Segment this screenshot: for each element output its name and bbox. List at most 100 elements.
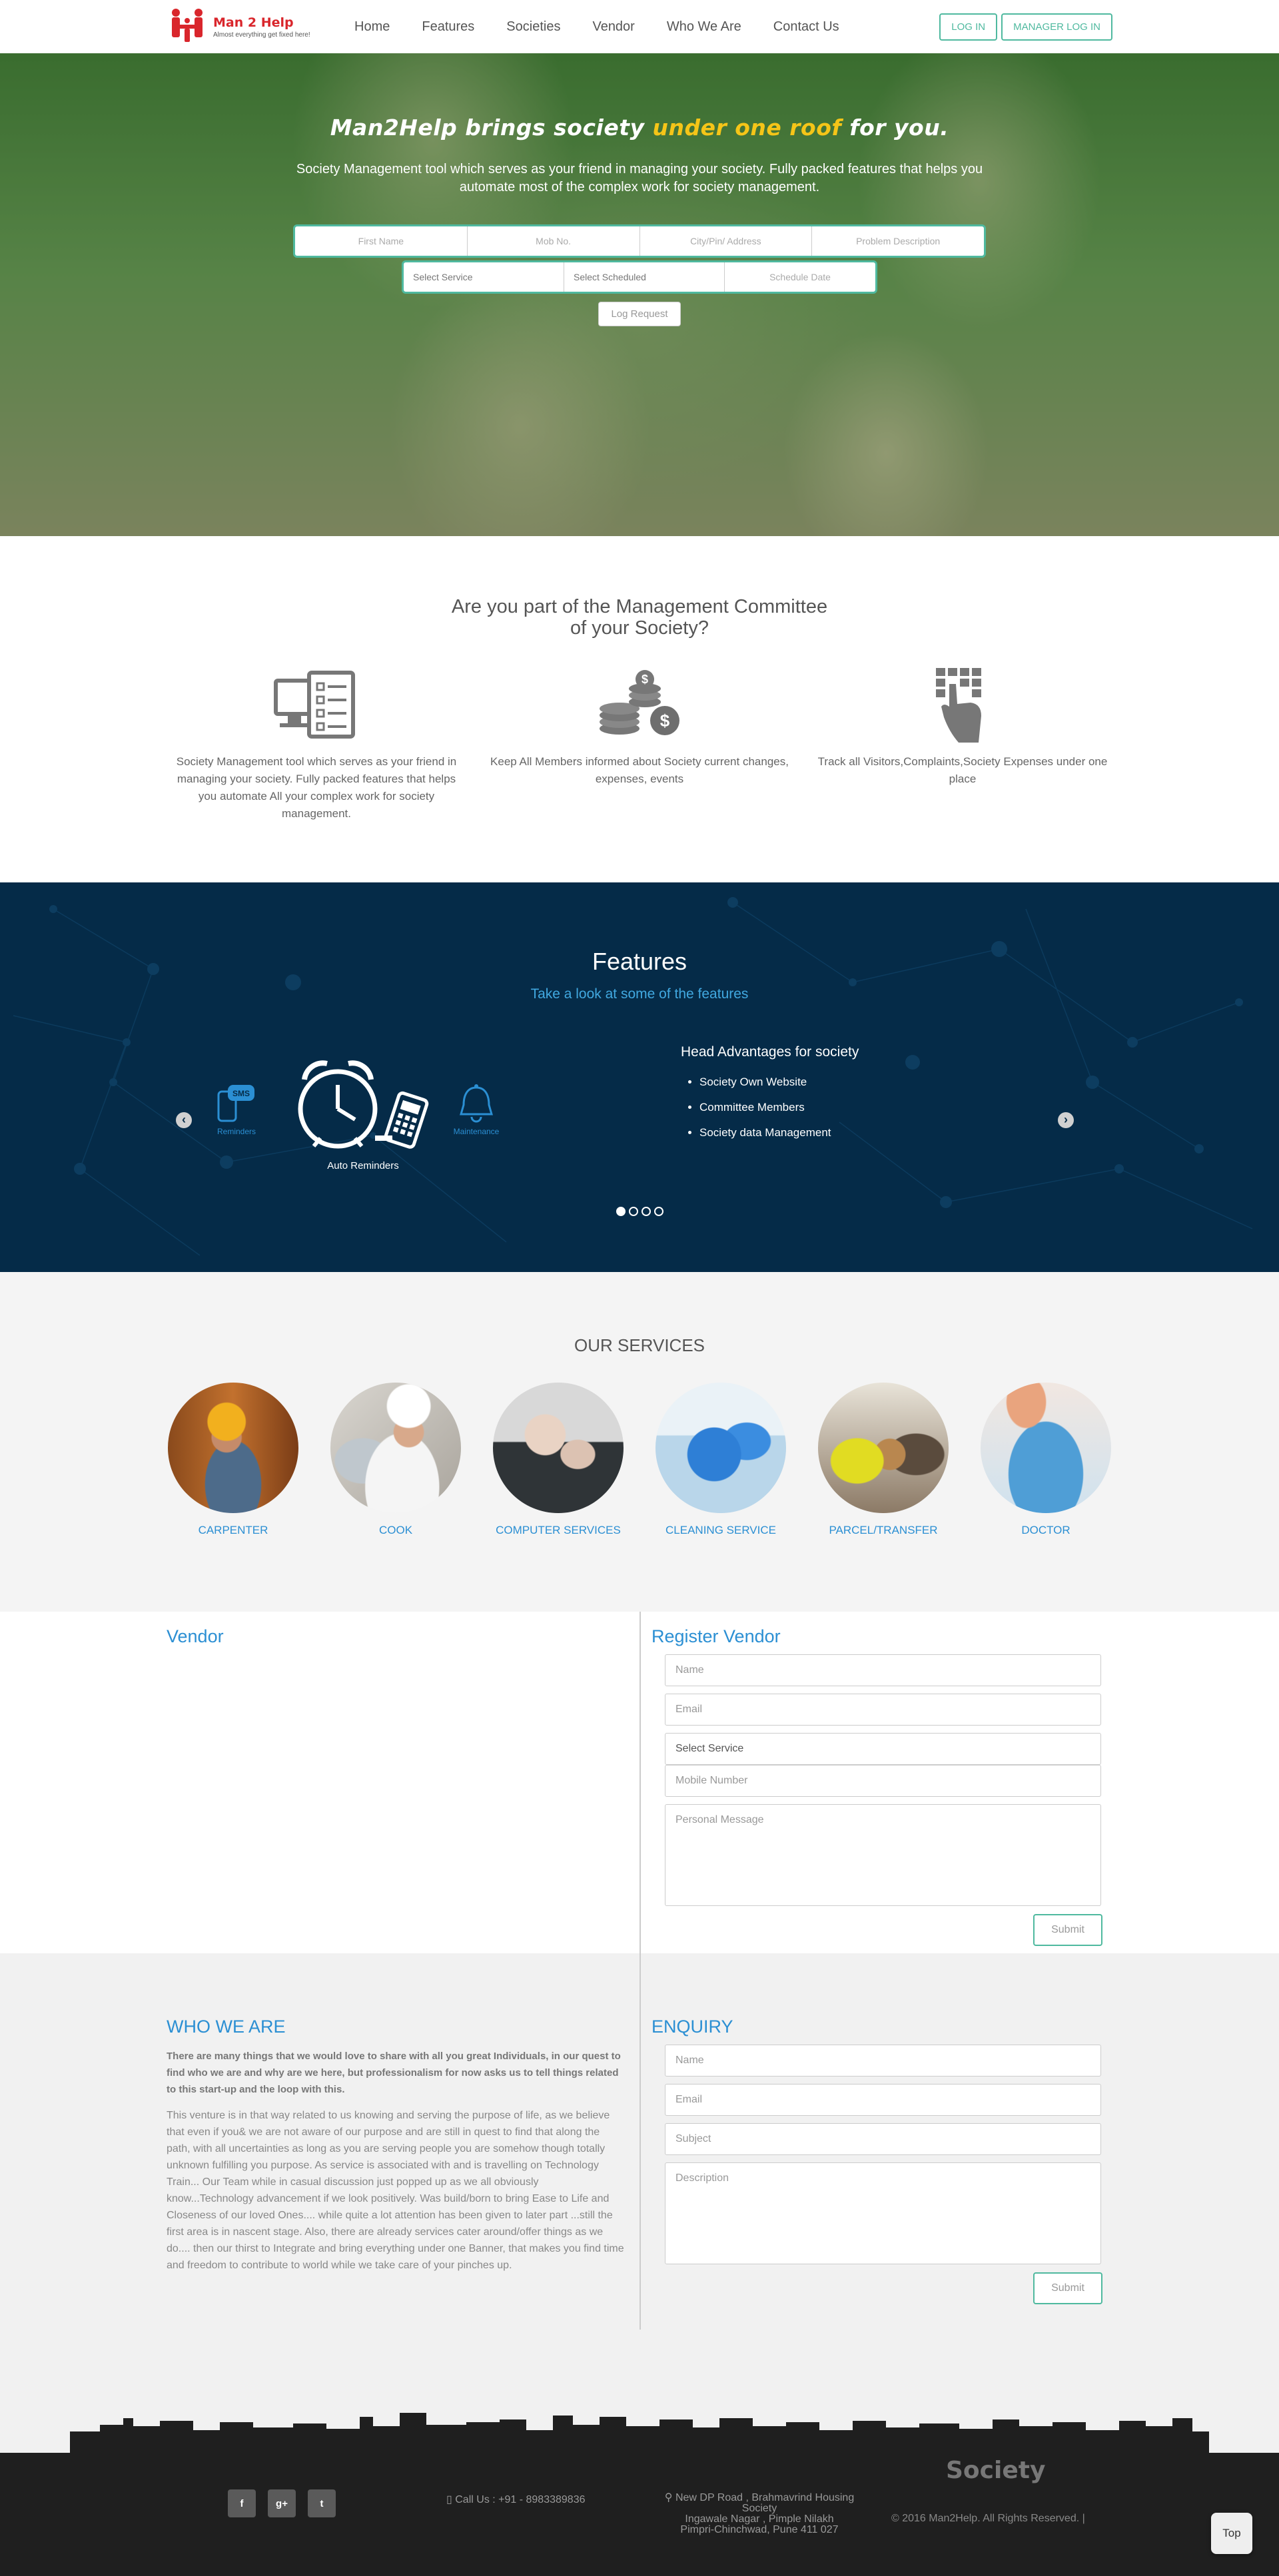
vendor-name-input[interactable]: Name — [665, 1654, 1101, 1686]
footer: f g+ t ▯ Call Us : +91 - 8983389836 ⚲ Ne… — [0, 2453, 1279, 2576]
vendor-service-select[interactable]: Select Service — [665, 1733, 1101, 1765]
who-we-are-lead: There are many things that we would love… — [167, 2051, 621, 2095]
carousel-dot[interactable] — [628, 1207, 638, 1216]
service-label: CARPENTER — [198, 1524, 268, 1536]
nav-contact-us[interactable]: Contact Us — [757, 19, 855, 35]
carousel-prev-button[interactable]: ‹ — [176, 1112, 192, 1128]
management-text: Keep All Members informed about Society … — [490, 755, 789, 785]
footer-address: ⚲ New DP Road , Brahmavrind Housing Soci… — [664, 2492, 855, 2535]
log-request-button[interactable]: Log Request — [598, 302, 681, 326]
vendor-submit-button[interactable]: Submit — [1033, 1914, 1102, 1946]
first-name-field[interactable]: First Name — [295, 226, 468, 256]
manager-login-button[interactable]: MANAGER LOG IN — [1001, 13, 1112, 41]
hero-subtitle: Society Management tool which serves as … — [296, 162, 983, 194]
advantage-item: Society data Management — [699, 1120, 859, 1145]
register-vendor-title: Register Vendor — [651, 1626, 781, 1646]
tumblr-icon[interactable]: t — [308, 2489, 336, 2517]
management-text: Society Management tool which serves as … — [176, 755, 457, 820]
features-title: Features — [592, 948, 687, 975]
management-text: Track all Visitors,Complaints,Society Ex… — [817, 755, 1108, 785]
brand-name: Man 2 Help — [213, 15, 294, 30]
svg-text:SMS: SMS — [232, 1089, 250, 1098]
carousel-item-label: Maintenance — [453, 1127, 500, 1136]
hero-title: Man2Help brings society under one roof f… — [330, 115, 949, 141]
service-doctor[interactable]: DOCTOR — [979, 1383, 1112, 1537]
vendor-message-textarea[interactable]: Personal Message — [665, 1804, 1101, 1906]
advantages-panel: Head Advantages for society Society Own … — [681, 1044, 859, 1145]
society-logo: Society — [946, 2457, 1046, 2484]
vendor-email-input[interactable]: Email — [665, 1694, 1101, 1726]
problem-description-field[interactable]: Problem Description — [812, 226, 984, 256]
service-label: PARCEL/TRANSFER — [829, 1524, 938, 1536]
request-form-row-1: First Name Mob No. City/Pin/ Address Pro… — [293, 224, 986, 258]
location-pin-icon: ⚲ — [664, 2492, 675, 2503]
cleaning-service-image — [655, 1383, 786, 1513]
top-navbar: Man 2 Help Almost everything get fixed h… — [0, 0, 1279, 53]
management-column: $ $ Keep All Members informed about Soci… — [490, 665, 789, 822]
enquiry-name-input[interactable]: Name — [665, 2045, 1101, 2077]
nav-who-we-are[interactable]: Who We Are — [651, 19, 757, 35]
enquiry-description-textarea[interactable]: Description — [665, 2162, 1101, 2264]
carousel-item[interactable]: Maintenance — [450, 1084, 503, 1136]
who-we-are-body: This venture is in that way related to u… — [167, 2110, 624, 2271]
nav-features[interactable]: Features — [406, 19, 490, 35]
logo-people-icon — [167, 5, 211, 49]
svg-text:$: $ — [641, 673, 648, 686]
carousel-dot[interactable] — [653, 1207, 663, 1216]
login-button[interactable]: LOG IN — [939, 13, 998, 41]
select-service-dropdown[interactable]: Select Service — [404, 262, 564, 292]
parcel-transfer-image — [818, 1383, 949, 1513]
service-cleaning[interactable]: CLEANING SERVICE — [654, 1383, 787, 1537]
hand-keypad-icon — [813, 665, 1112, 745]
management-column: Society Management tool which serves as … — [167, 665, 466, 822]
address-field[interactable]: City/Pin/ Address — [640, 226, 813, 256]
carousel-dot[interactable] — [616, 1207, 626, 1216]
service-cook[interactable]: COOK — [329, 1383, 462, 1537]
management-column: Track all Visitors,Complaints,Society Ex… — [813, 665, 1112, 822]
register-vendor-form: Register Vendor Name Email Select Servic… — [640, 1612, 1112, 1953]
coins-dollar-icon: $ $ — [490, 665, 789, 745]
advantage-item: Committee Members — [699, 1095, 859, 1120]
carpenter-image — [168, 1383, 298, 1513]
enquiry-email-input[interactable]: Email — [665, 2084, 1101, 2116]
google-plus-icon[interactable]: g+ — [268, 2489, 296, 2517]
copyright-text: © 2016 Man2Help. All Rights Reserved. | — [891, 2513, 1085, 2524]
about-section: WHO WE ARE There are many things that we… — [0, 1953, 1279, 2393]
phone-icon: ▯ — [446, 2494, 456, 2505]
services-title: OUR SERVICES — [574, 1335, 705, 1355]
hero-title-highlight: under one roof — [652, 115, 842, 141]
main-menu: Home Features Societies Vendor Who We Ar… — [338, 19, 855, 35]
carousel-item[interactable]: SMS Reminders — [213, 1084, 260, 1136]
bell-icon — [460, 1084, 493, 1123]
service-computer[interactable]: COMPUTER SERVICES — [492, 1383, 625, 1537]
service-parcel[interactable]: PARCEL/TRANSFER — [817, 1383, 950, 1537]
carousel-item-label: Reminders — [216, 1127, 256, 1136]
mobile-field[interactable]: Mob No. — [468, 226, 640, 256]
carousel-next-button[interactable]: › — [1058, 1112, 1074, 1128]
service-label: COMPUTER SERVICES — [496, 1524, 621, 1536]
enquiry-subject-input[interactable]: Subject — [665, 2123, 1101, 2155]
service-label: CLEANING SERVICE — [665, 1524, 776, 1536]
service-carpenter[interactable]: CARPENTER — [167, 1383, 300, 1537]
doctor-image — [981, 1383, 1111, 1513]
schedule-date-field[interactable]: Schedule Date — [725, 262, 875, 292]
brand-logo[interactable]: Man 2 Help Almost everything get fixed h… — [167, 5, 338, 49]
back-to-top-button[interactable]: Top — [1211, 2513, 1252, 2554]
vendor-section: Vendor Register Vendor Name Email Select… — [0, 1612, 1279, 1953]
carousel-item-active[interactable]: Auto Reminders — [290, 1056, 436, 1171]
management-title: Are you part of the Management Committee… — [451, 596, 828, 639]
nav-home[interactable]: Home — [338, 19, 406, 35]
enquiry-submit-button[interactable]: Submit — [1033, 2272, 1102, 2304]
vendor-mobile-input[interactable]: Mobile Number — [665, 1765, 1101, 1797]
nav-societies[interactable]: Societies — [490, 19, 576, 35]
request-form-row-2: Select Service Select Scheduled Schedule… — [402, 260, 877, 294]
nav-vendor[interactable]: Vendor — [576, 19, 650, 35]
carousel-dot[interactable] — [641, 1207, 651, 1216]
features-section: Features Take a look at some of the feat… — [0, 882, 1279, 1272]
carousel-item-label: Auto Reminders — [327, 1160, 399, 1171]
enquiry-form: ENQUIRY Name Email Subject Description S… — [640, 1953, 1112, 2330]
checklist-monitor-icon — [167, 665, 466, 745]
select-schedule-dropdown[interactable]: Select Scheduled — [564, 262, 725, 292]
vendor-title: Vendor — [167, 1626, 224, 1646]
facebook-icon[interactable]: f — [228, 2489, 256, 2517]
